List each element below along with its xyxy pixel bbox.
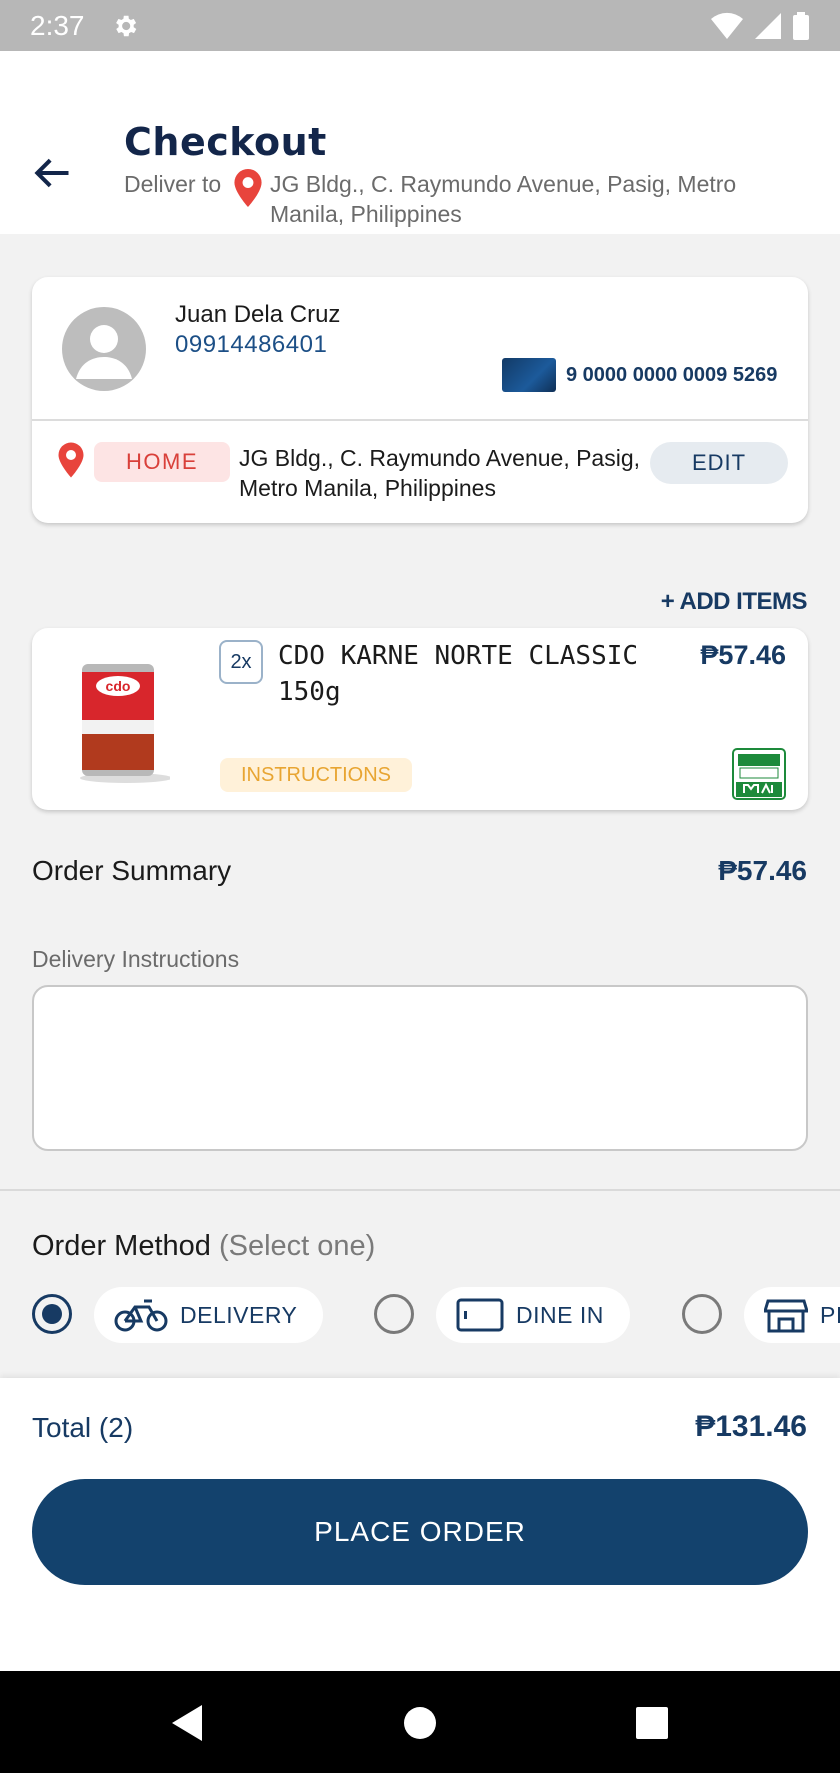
place-order-button[interactable]: PLACE ORDER: [32, 1479, 808, 1585]
method-delivery[interactable]: DELIVERY: [94, 1287, 324, 1343]
status-bar: 2:37: [0, 0, 840, 51]
customer-phone: 09914486401: [175, 331, 328, 358]
location-pin-icon: [58, 442, 84, 478]
battery-icon: [793, 11, 809, 40]
checkout-header: Checkout Deliver to JG Bldg., C. Raymund…: [0, 51, 840, 234]
instructions-button[interactable]: INSTRUCTIONS: [220, 758, 412, 792]
quantity-badge: 2x: [219, 640, 263, 684]
method-dine-in[interactable]: DINE IN: [436, 1287, 630, 1343]
address-tag-badge: HOME: [94, 442, 230, 482]
edit-address-button[interactable]: EDIT: [650, 442, 788, 484]
checkout-footer: Total (2) ₱131.46 PLACE ORDER: [0, 1378, 840, 1671]
radio-dine-in[interactable]: [374, 1294, 414, 1334]
product-image: cdo: [80, 664, 170, 783]
home-nav-icon[interactable]: [398, 1701, 442, 1745]
back-arrow-icon[interactable]: [30, 151, 74, 195]
delivery-instructions-label: Delivery Instructions: [32, 946, 240, 972]
total-label: Total (2): [32, 1412, 134, 1443]
order-summary-label: Order Summary: [32, 855, 232, 886]
delivery-instructions-input[interactable]: [32, 985, 808, 1151]
table-icon: [456, 1298, 504, 1332]
add-items-button[interactable]: + ADD ITEMS: [661, 588, 808, 616]
recents-nav-icon[interactable]: [630, 1701, 674, 1745]
user-avatar-icon: [76, 325, 132, 379]
method-label: PI: [820, 1301, 840, 1328]
bicycle-icon: [114, 1299, 168, 1332]
method-pickup[interactable]: PI: [744, 1287, 840, 1343]
status-time: 2:37: [30, 9, 85, 41]
customer-card: Juan Dela Cruz 09914486401 9 0000 0000 0…: [32, 277, 808, 523]
order-method-title: Order Method: [32, 1230, 211, 1262]
signal-icon: [755, 12, 781, 39]
address-text: JG Bldg., C. Raymundo Avenue, Pasig, Met…: [239, 445, 641, 501]
back-nav-icon[interactable]: [166, 1701, 210, 1745]
method-label: DINE IN: [516, 1301, 604, 1328]
radio-pickup[interactable]: [682, 1294, 722, 1334]
section-divider: [0, 1189, 840, 1191]
svg-text:cdo: cdo: [106, 678, 131, 694]
order-summary-value: ₱57.46: [718, 855, 807, 886]
deliver-to-label: Deliver to: [124, 171, 222, 197]
payment-card-image: [502, 358, 556, 392]
wifi-icon: [711, 12, 743, 39]
customer-name: Juan Dela Cruz: [175, 301, 341, 328]
order-method-label: Order Method (Select one): [32, 1230, 375, 1263]
order-method-sublabel: (Select one): [218, 1230, 376, 1262]
page-title: Checkout: [124, 120, 327, 164]
deliver-to-address: JG Bldg., C. Raymundo Avenue, Pasig, Met…: [270, 171, 737, 227]
product-name: CDO KARNE NORTE CLASSIC 150g: [278, 641, 639, 707]
store-logo: [732, 748, 786, 800]
radio-delivery[interactable]: [32, 1294, 72, 1334]
gear-icon: [115, 15, 136, 36]
cart-item: cdo 2x CDO KARNE NORTE CLASSIC 150g ₱57.…: [32, 628, 808, 810]
payment-card-number: 9 0000 0000 0009 5269: [566, 364, 778, 386]
method-label: DELIVERY: [180, 1301, 298, 1328]
total-value: ₱131.46: [695, 1410, 807, 1443]
product-price: ₱57.46: [700, 640, 786, 670]
navigation-bar: [0, 1671, 840, 1773]
store-icon: [764, 1299, 808, 1333]
location-pin-icon: [234, 169, 262, 207]
divider: [32, 419, 808, 421]
avatar: [62, 307, 146, 391]
